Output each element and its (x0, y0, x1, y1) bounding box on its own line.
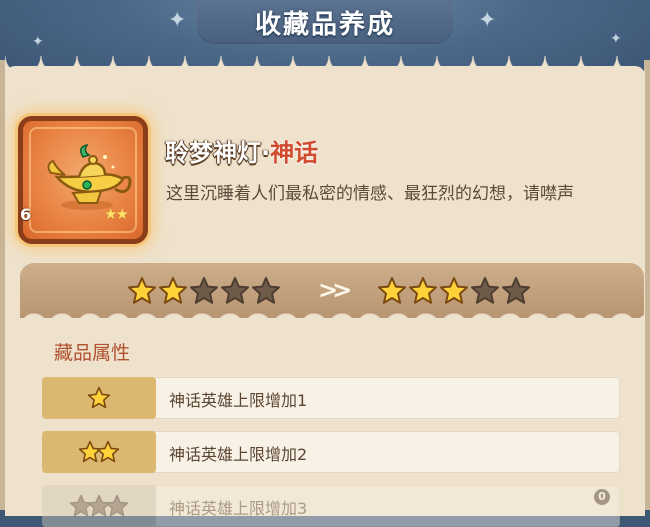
star-empty-icon (190, 277, 218, 304)
attribute-text: 神话英雄上限增加1 (169, 391, 308, 410)
collectible-item-card[interactable] (18, 116, 148, 244)
star-empty-icon (252, 277, 280, 304)
item-name-main: 聆梦神灯· (165, 139, 271, 167)
attribute-text: 神话英雄上限增加3 (169, 499, 308, 518)
star-filled-icon (378, 277, 406, 304)
star-filled-icon (159, 277, 187, 304)
attribute-star-box (42, 431, 156, 473)
upgrade-bar-scalloped-edge (20, 309, 644, 327)
star-filled-icon (128, 277, 156, 304)
panel-scalloped-edge (5, 56, 645, 78)
star-filled-icon (96, 440, 120, 463)
attribute-row: 神话英雄上限增加2 (42, 431, 620, 473)
star-empty-icon (471, 277, 499, 304)
section-title: 藏品属性 (54, 342, 131, 364)
star-empty-icon (502, 277, 530, 304)
double-chevron-right-icon: >> (318, 276, 352, 304)
star-empty-icon (221, 277, 249, 304)
item-description: 这里沉睡着人们最私密的情感、最狂烈的幻想，请噤声 (166, 184, 574, 204)
item-rarity: 神话 (270, 139, 319, 167)
star-empty-icon (105, 494, 129, 517)
attribute-row: 神话英雄上限增加1 (42, 377, 620, 419)
star-filled-icon (440, 277, 468, 304)
attribute-star-box (42, 485, 156, 527)
page-title: 收藏品养成 (254, 10, 395, 40)
attribute-row: 神话英雄上限增加3 0 (42, 485, 620, 527)
attribute-star-box (42, 377, 156, 419)
star-filled-icon (409, 277, 437, 304)
attribute-badge: 0 (594, 489, 610, 505)
item-star-rating: ★★ (104, 205, 129, 223)
attribute-text: 神话英雄上限增加2 (169, 445, 308, 464)
item-count: 6 (20, 205, 32, 224)
item-name: 聆梦神灯·神话 (165, 133, 318, 168)
star-filled-icon (87, 386, 111, 409)
